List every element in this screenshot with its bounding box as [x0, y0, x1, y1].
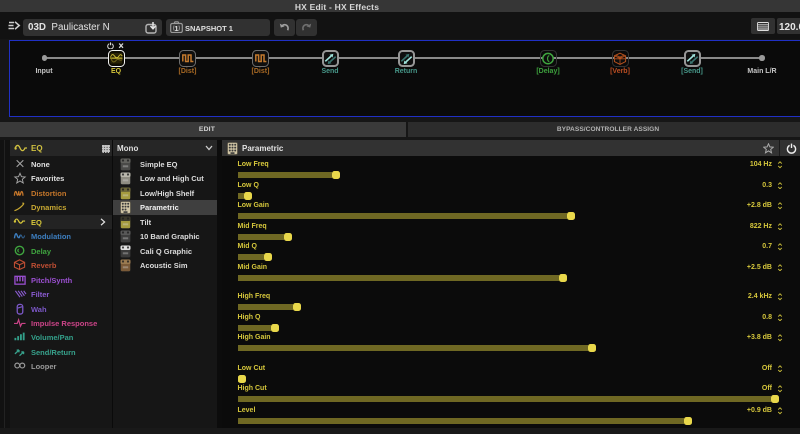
- svg-text:1: 1: [174, 24, 178, 33]
